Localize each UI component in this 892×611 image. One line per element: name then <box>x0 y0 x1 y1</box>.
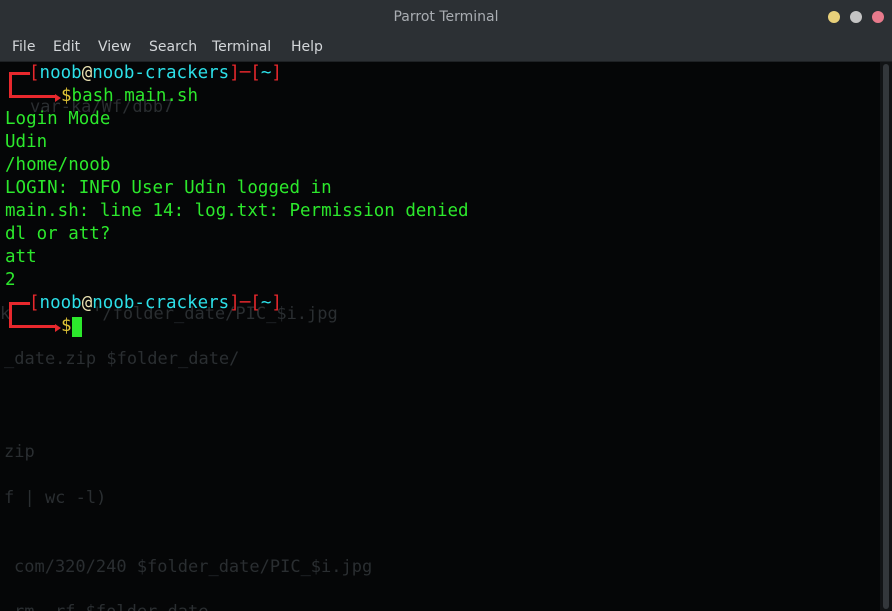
output-line: Udin <box>5 132 48 152</box>
output-line: 2 <box>5 270 16 290</box>
command-line: $bash main.sh <box>61 85 198 108</box>
output-line: main.sh: line 14: log.txt: Permission de… <box>5 201 469 221</box>
prompt-host: noob-crackers <box>92 63 230 83</box>
prompt-user: noob <box>39 63 82 83</box>
output-line: dl or att? <box>5 224 111 244</box>
menu-bar: File Edit View Search Terminal Help <box>0 34 892 62</box>
prompt-at: @ <box>81 63 93 83</box>
menu-search[interactable]: Search <box>149 34 197 61</box>
ghost-text: _date.zip $folder_date/ <box>4 349 240 369</box>
command-line: $ <box>61 315 72 338</box>
menu-view[interactable]: View <box>98 34 131 61</box>
close-button[interactable] <box>872 11 884 23</box>
prompt-frame-top <box>9 72 30 85</box>
prompt-cwd: ~ <box>260 63 272 83</box>
output-line: LOGIN: INFO User Udin logged in <box>5 178 332 198</box>
prompt-symbol: $ <box>61 86 72 106</box>
prompt-frame-top <box>9 302 30 315</box>
prompt-frame-bottom <box>9 85 56 98</box>
ghost-text: f | wc -l) <box>4 488 107 508</box>
ghost-text: rm -rf $folder_date <box>14 602 208 611</box>
maximize-button[interactable] <box>850 11 862 23</box>
prompt-symbol: $ <box>61 316 72 336</box>
prompt-cwd: ~ <box>260 293 272 313</box>
output-line: att <box>5 247 37 267</box>
prompt-line: [noob@noob-crackers]─[~] <box>29 293 282 313</box>
output-line: Login Mode <box>5 109 111 129</box>
scrollbar-thumb[interactable] <box>883 64 889 609</box>
prompt-frame-bottom <box>9 315 56 328</box>
terminal-area[interactable]: var-ka/Wf/dbb7 k '/folder_date/PIC_$i.jp… <box>0 62 880 611</box>
command-text: bash main.sh <box>71 86 198 106</box>
title-bar: Parrot Terminal <box>0 0 892 34</box>
window-title: Parrot Terminal <box>393 9 499 25</box>
ghost-text: com/320/240 $folder_date/PIC_$i.jpg <box>14 557 373 577</box>
menu-terminal[interactable]: Terminal <box>212 34 271 61</box>
prompt-line: [noob@noob-crackers]─[~] <box>29 63 282 83</box>
menu-help[interactable]: Help <box>291 34 323 61</box>
text-cursor <box>72 317 82 337</box>
minimize-button[interactable] <box>828 11 840 23</box>
menu-edit[interactable]: Edit <box>53 34 80 61</box>
prompt-host: noob-crackers <box>92 293 230 313</box>
prompt-user: noob <box>39 293 82 313</box>
output-line: /home/noob <box>5 155 111 175</box>
prompt-at: @ <box>81 293 93 313</box>
ghost-text: zip <box>4 442 35 462</box>
menu-file[interactable]: File <box>12 34 35 61</box>
